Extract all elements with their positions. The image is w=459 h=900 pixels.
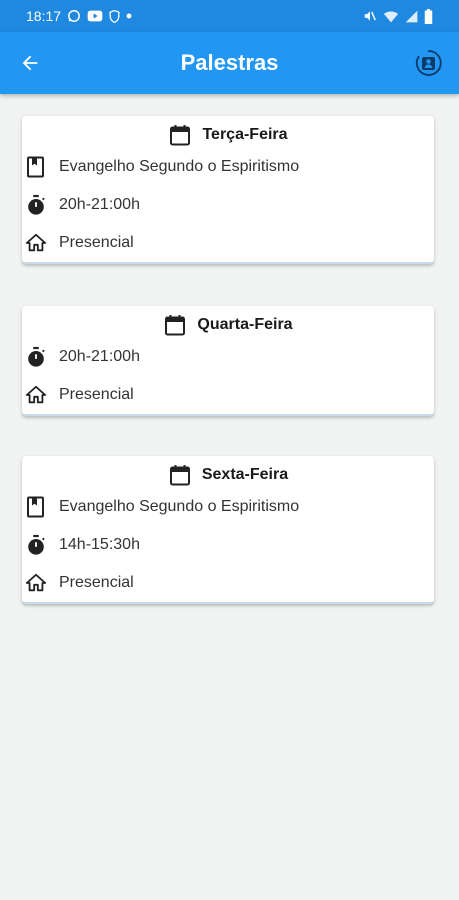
youtube-icon — [87, 10, 103, 22]
day-label: Sexta-Feira — [201, 466, 289, 483]
book-icon — [25, 496, 47, 518]
day-label: Quarta-Feira — [197, 316, 293, 333]
info-row: Presencial — [22, 224, 434, 262]
calendar-icon — [168, 463, 192, 487]
lecture-card: Quarta-Feira 20h-21:00h Presencial — [22, 306, 434, 416]
timer-icon — [25, 534, 47, 556]
timer-icon — [25, 194, 47, 216]
status-bar: 18:17 — [0, 0, 459, 32]
info-text: Presencial — [59, 574, 134, 591]
info-row: 20h-21:00h — [22, 186, 434, 224]
home-icon — [25, 572, 47, 594]
page-title: Palestras — [180, 50, 279, 75]
info-text: 14h-15:30h — [59, 536, 140, 553]
account-box-icon — [413, 48, 443, 78]
card-header: Sexta-Feira — [22, 456, 434, 488]
profile-button[interactable] — [411, 46, 445, 80]
timer-icon — [25, 346, 47, 368]
status-time: 18:17 — [26, 8, 62, 24]
info-text: Presencial — [59, 234, 134, 251]
lecture-card: Sexta-Feira Evangelho Segundo o Espiriti… — [22, 456, 434, 604]
info-text: Evangelho Segundo o Espiritismo — [59, 158, 300, 175]
lecture-card: Terça-Feira Evangelho Segundo o Espiriti… — [22, 116, 434, 264]
info-row: Presencial — [22, 564, 434, 602]
shield-icon — [109, 9, 120, 23]
home-icon — [25, 384, 47, 406]
calendar-icon — [163, 313, 187, 337]
whatsapp-icon — [67, 9, 81, 23]
status-bar-right — [363, 8, 433, 24]
info-row: Evangelho Segundo o Espiritismo — [22, 148, 434, 186]
info-row: Presencial — [22, 376, 434, 414]
info-row: 20h-21:00h — [22, 338, 434, 376]
calendar-icon — [168, 123, 192, 147]
mute-icon — [363, 9, 377, 23]
info-text: 20h-21:00h — [59, 196, 140, 213]
info-text: Presencial — [59, 386, 134, 403]
signal-icon — [405, 10, 418, 23]
day-label: Terça-Feira — [202, 126, 288, 143]
info-text: 20h-21:00h — [59, 348, 140, 365]
card-header: Terça-Feira — [22, 116, 434, 148]
card-header: Quarta-Feira — [22, 306, 434, 338]
info-row: 14h-15:30h — [22, 526, 434, 564]
wifi-icon — [383, 10, 399, 23]
battery-icon — [424, 8, 433, 24]
info-row: Evangelho Segundo o Espiritismo — [22, 488, 434, 526]
status-bar-left: 18:17 — [26, 8, 132, 24]
app-bar: Palestras — [0, 32, 459, 94]
dot-icon — [126, 13, 132, 19]
info-text: Evangelho Segundo o Espiritismo — [59, 498, 300, 515]
home-icon — [25, 232, 47, 254]
book-icon — [25, 156, 47, 178]
